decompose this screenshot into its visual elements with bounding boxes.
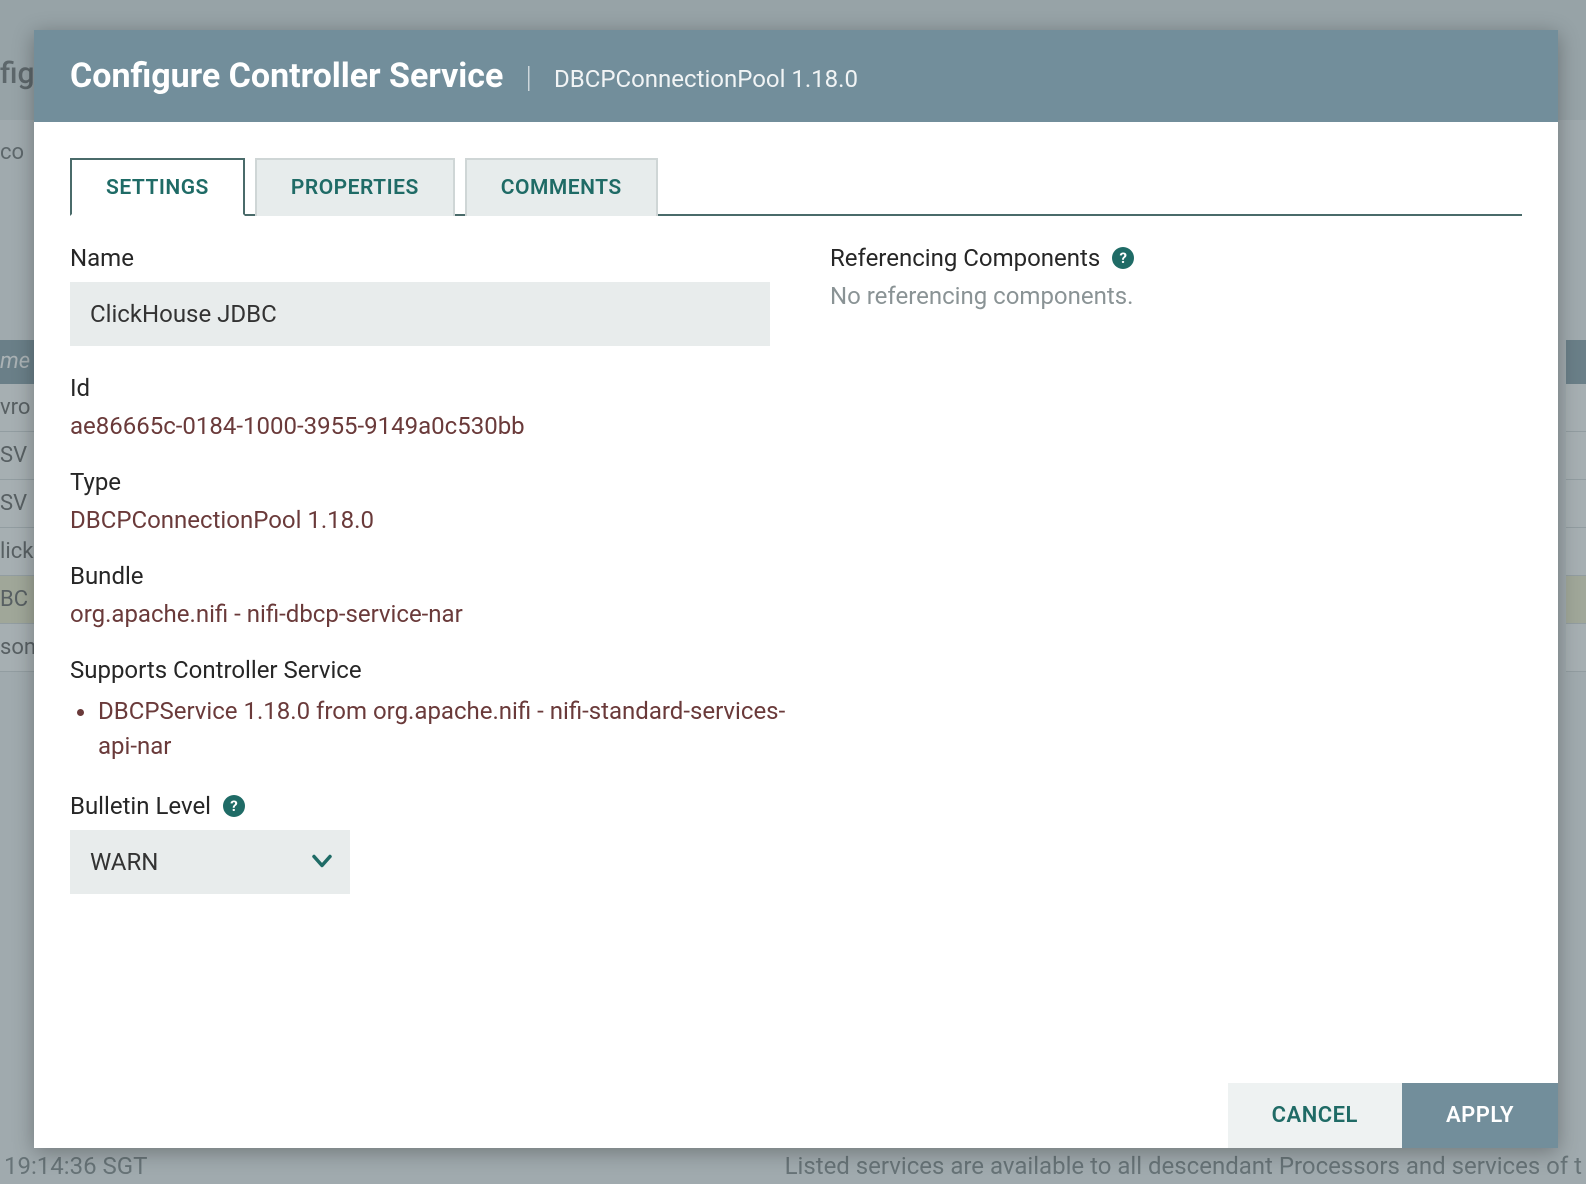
bundle-field-block: Bundle org.apache.nifi - nifi-dbcp-servi…: [70, 562, 790, 628]
name-input[interactable]: [70, 282, 770, 346]
referencing-label: Referencing Components ?: [830, 244, 1522, 272]
type-field-block: Type DBCPConnectionPool 1.18.0: [70, 468, 790, 534]
name-label: Name: [70, 244, 790, 272]
name-field-block: Name: [70, 244, 790, 346]
id-value: ae86665c-0184-1000-3955-9149a0c530bb: [70, 412, 790, 440]
bulletin-level-select[interactable]: WARN: [70, 830, 350, 894]
type-label: Type: [70, 468, 790, 496]
settings-panel: Name Id ae86665c-0184-1000-3955-9149a0c5…: [70, 216, 1522, 922]
dialog-body: SETTINGS PROPERTIES COMMENTS Name Id ae8…: [34, 122, 1558, 1148]
tab-label: PROPERTIES: [291, 176, 419, 200]
settings-left-column: Name Id ae86665c-0184-1000-3955-9149a0c5…: [70, 244, 790, 922]
cancel-button[interactable]: CANCEL: [1228, 1083, 1402, 1148]
dialog-tabs: SETTINGS PROPERTIES COMMENTS: [70, 156, 1522, 216]
dialog-subtitle: DBCPConnectionPool 1.18.0: [554, 65, 858, 93]
help-icon[interactable]: ?: [223, 795, 245, 817]
bulletin-label: Bulletin Level ?: [70, 792, 790, 820]
cancel-button-label: CANCEL: [1272, 1103, 1358, 1128]
supports-label: Supports Controller Service: [70, 656, 790, 684]
tab-label: SETTINGS: [106, 176, 209, 200]
bulletin-field-block: Bulletin Level ? WARN: [70, 792, 790, 894]
help-icon[interactable]: ?: [1112, 247, 1134, 269]
tab-label: COMMENTS: [501, 176, 622, 200]
dialog-title: Configure Controller Service: [70, 56, 503, 96]
id-field-block: Id ae86665c-0184-1000-3955-9149a0c530bb: [70, 374, 790, 440]
bulletin-label-text: Bulletin Level: [70, 792, 211, 820]
bulletin-select-wrap: WARN: [70, 830, 350, 894]
supports-list: DBCPService 1.18.0 from org.apache.nifi …: [70, 694, 790, 764]
configure-controller-service-dialog: Configure Controller Service | DBCPConne…: [34, 30, 1558, 1148]
apply-button[interactable]: APPLY: [1402, 1083, 1558, 1148]
referencing-label-text: Referencing Components: [830, 244, 1100, 272]
referencing-none-text: No referencing components.: [830, 282, 1522, 310]
dialog-footer: CANCEL APPLY: [1228, 1083, 1558, 1148]
supports-field-block: Supports Controller Service DBCPService …: [70, 656, 790, 764]
bundle-value: org.apache.nifi - nifi-dbcp-service-nar: [70, 600, 790, 628]
type-value: DBCPConnectionPool 1.18.0: [70, 506, 790, 534]
bundle-label: Bundle: [70, 562, 790, 590]
id-label: Id: [70, 374, 790, 402]
apply-button-label: APPLY: [1446, 1103, 1514, 1128]
tab-comments[interactable]: COMMENTS: [465, 158, 658, 216]
tab-properties[interactable]: PROPERTIES: [255, 158, 455, 216]
supports-item: DBCPService 1.18.0 from org.apache.nifi …: [98, 694, 790, 764]
tab-settings[interactable]: SETTINGS: [70, 158, 245, 216]
settings-right-column: Referencing Components ? No referencing …: [830, 244, 1522, 922]
dialog-header: Configure Controller Service | DBCPConne…: [34, 30, 1558, 122]
dialog-title-divider: |: [525, 60, 532, 95]
